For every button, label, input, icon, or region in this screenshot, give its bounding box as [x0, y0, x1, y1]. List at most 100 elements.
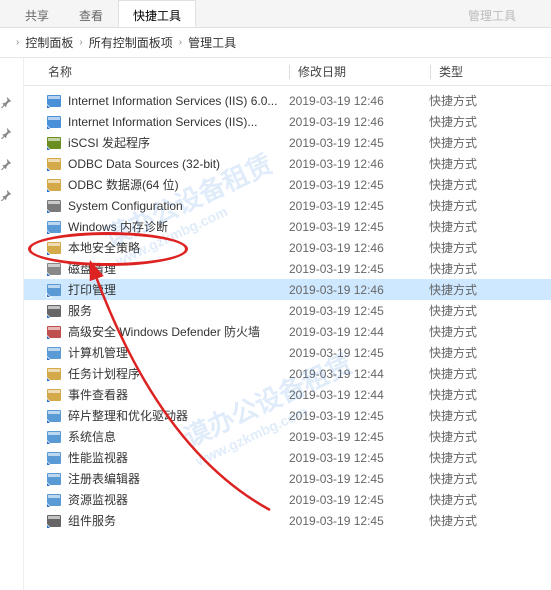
shortcut-icon — [46, 240, 62, 256]
shortcut-icon — [46, 492, 62, 508]
shortcut-icon — [46, 261, 62, 277]
tab-share[interactable]: 共享 — [10, 0, 64, 27]
item-date: 2019-03-19 12:45 — [289, 346, 429, 360]
item-date: 2019-03-19 12:45 — [289, 409, 429, 423]
item-name: 碎片整理和优化驱动器 — [68, 407, 289, 424]
list-item[interactable]: 事件查看器2019-03-19 12:44快捷方式 — [24, 384, 551, 405]
item-date: 2019-03-19 12:44 — [289, 388, 429, 402]
item-date: 2019-03-19 12:46 — [289, 241, 429, 255]
item-name: 高级安全 Windows Defender 防火墙 — [68, 323, 289, 340]
item-date: 2019-03-19 12:45 — [289, 514, 429, 528]
list-item[interactable]: 打印管理2019-03-19 12:46快捷方式 — [24, 279, 551, 300]
list-item[interactable]: 碎片整理和优化驱动器2019-03-19 12:45快捷方式 — [24, 405, 551, 426]
list-item[interactable]: ODBC Data Sources (32-bit)2019-03-19 12:… — [24, 153, 551, 174]
list-item[interactable]: 本地安全策略2019-03-19 12:46快捷方式 — [24, 237, 551, 258]
item-name: 资源监视器 — [68, 491, 289, 508]
item-name: ODBC 数据源(64 位) — [68, 176, 289, 193]
shortcut-icon — [46, 219, 62, 235]
item-name: 计算机管理 — [68, 344, 289, 361]
header-date[interactable]: 修改日期 — [290, 63, 430, 80]
item-type: 快捷方式 — [429, 344, 551, 361]
shortcut-icon — [46, 387, 62, 403]
pin-icon[interactable] — [0, 189, 12, 201]
ribbon-tabs: 共享 查看 快捷工具 管理工具 — [0, 0, 551, 28]
breadcrumb-item[interactable]: 所有控制面板项 — [89, 34, 173, 51]
column-headers: 名称 修改日期 类型 — [24, 58, 551, 86]
item-date: 2019-03-19 12:44 — [289, 367, 429, 381]
item-date: 2019-03-19 12:46 — [289, 115, 429, 129]
item-name: ODBC Data Sources (32-bit) — [68, 157, 289, 171]
shortcut-icon — [46, 156, 62, 172]
item-date: 2019-03-19 12:46 — [289, 283, 429, 297]
list-item[interactable]: iSCSI 发起程序2019-03-19 12:45快捷方式 — [24, 132, 551, 153]
list-item[interactable]: Internet Information Services (IIS)...20… — [24, 111, 551, 132]
list-item[interactable]: 系统信息2019-03-19 12:45快捷方式 — [24, 426, 551, 447]
item-type: 快捷方式 — [429, 176, 551, 193]
list-item[interactable]: Windows 内存诊断2019-03-19 12:45快捷方式 — [24, 216, 551, 237]
item-date: 2019-03-19 12:45 — [289, 199, 429, 213]
item-name: iSCSI 发起程序 — [68, 134, 289, 151]
item-date: 2019-03-19 12:45 — [289, 220, 429, 234]
list-item[interactable]: 注册表编辑器2019-03-19 12:45快捷方式 — [24, 468, 551, 489]
list-item[interactable]: 计算机管理2019-03-19 12:45快捷方式 — [24, 342, 551, 363]
tab-view[interactable]: 查看 — [64, 0, 118, 27]
list-item[interactable]: 磁盘清理2019-03-19 12:45快捷方式 — [24, 258, 551, 279]
tab-quicktools[interactable]: 快捷工具 — [118, 0, 196, 27]
breadcrumb-item[interactable]: 控制面板 — [25, 34, 73, 51]
item-name: Internet Information Services (IIS)... — [68, 115, 289, 129]
chevron-right-icon[interactable]: › — [16, 37, 19, 48]
list-item[interactable]: System Configuration2019-03-19 12:45快捷方式 — [24, 195, 551, 216]
list-item[interactable]: ODBC 数据源(64 位)2019-03-19 12:45快捷方式 — [24, 174, 551, 195]
item-type: 快捷方式 — [429, 512, 551, 529]
list-item[interactable]: 高级安全 Windows Defender 防火墙2019-03-19 12:4… — [24, 321, 551, 342]
item-date: 2019-03-19 12:45 — [289, 451, 429, 465]
item-type: 快捷方式 — [429, 155, 551, 172]
item-name: 任务计划程序 — [68, 365, 289, 382]
item-type: 快捷方式 — [429, 323, 551, 340]
header-name[interactable]: 名称 — [24, 63, 289, 80]
list-item[interactable]: Internet Information Services (IIS) 6.0.… — [24, 90, 551, 111]
item-type: 快捷方式 — [429, 260, 551, 277]
item-date: 2019-03-19 12:45 — [289, 430, 429, 444]
item-name: 组件服务 — [68, 512, 289, 529]
item-name: 服务 — [68, 302, 289, 319]
list-item[interactable]: 服务2019-03-19 12:45快捷方式 — [24, 300, 551, 321]
item-type: 快捷方式 — [429, 386, 551, 403]
shortcut-icon — [46, 429, 62, 445]
item-type: 快捷方式 — [429, 218, 551, 235]
item-name: 性能监视器 — [68, 449, 289, 466]
item-date: 2019-03-19 12:44 — [289, 325, 429, 339]
list-item[interactable]: 任务计划程序2019-03-19 12:44快捷方式 — [24, 363, 551, 384]
item-name: 事件查看器 — [68, 386, 289, 403]
item-type: 快捷方式 — [429, 365, 551, 382]
shortcut-icon — [46, 114, 62, 130]
item-type: 快捷方式 — [429, 113, 551, 130]
breadcrumb-item[interactable]: 管理工具 — [188, 34, 236, 51]
list-item[interactable]: 资源监视器2019-03-19 12:45快捷方式 — [24, 489, 551, 510]
pin-icon[interactable] — [0, 96, 12, 108]
breadcrumb[interactable]: › 控制面板 › 所有控制面板项 › 管理工具 — [0, 28, 551, 58]
shortcut-icon — [46, 303, 62, 319]
item-type: 快捷方式 — [429, 428, 551, 445]
item-name: 本地安全策略 — [68, 239, 289, 256]
quick-access-strip — [0, 58, 24, 590]
item-date: 2019-03-19 12:45 — [289, 136, 429, 150]
chevron-right-icon[interactable]: › — [79, 37, 82, 48]
item-type: 快捷方式 — [429, 302, 551, 319]
item-type: 快捷方式 — [429, 239, 551, 256]
item-type: 快捷方式 — [429, 491, 551, 508]
shortcut-icon — [46, 177, 62, 193]
item-name: System Configuration — [68, 199, 289, 213]
item-type: 快捷方式 — [429, 407, 551, 424]
header-type[interactable]: 类型 — [431, 63, 551, 80]
pin-icon[interactable] — [0, 158, 12, 170]
pin-icon[interactable] — [0, 127, 12, 139]
shortcut-icon — [46, 345, 62, 361]
item-date: 2019-03-19 12:45 — [289, 178, 429, 192]
list-item[interactable]: 组件服务2019-03-19 12:45快捷方式 — [24, 510, 551, 531]
chevron-right-icon[interactable]: › — [179, 37, 182, 48]
list-item[interactable]: 性能监视器2019-03-19 12:45快捷方式 — [24, 447, 551, 468]
tab-context-label: 管理工具 — [453, 0, 531, 27]
content-area: 名称 修改日期 类型 Internet Information Services… — [0, 58, 551, 590]
item-name: 打印管理 — [68, 281, 289, 298]
